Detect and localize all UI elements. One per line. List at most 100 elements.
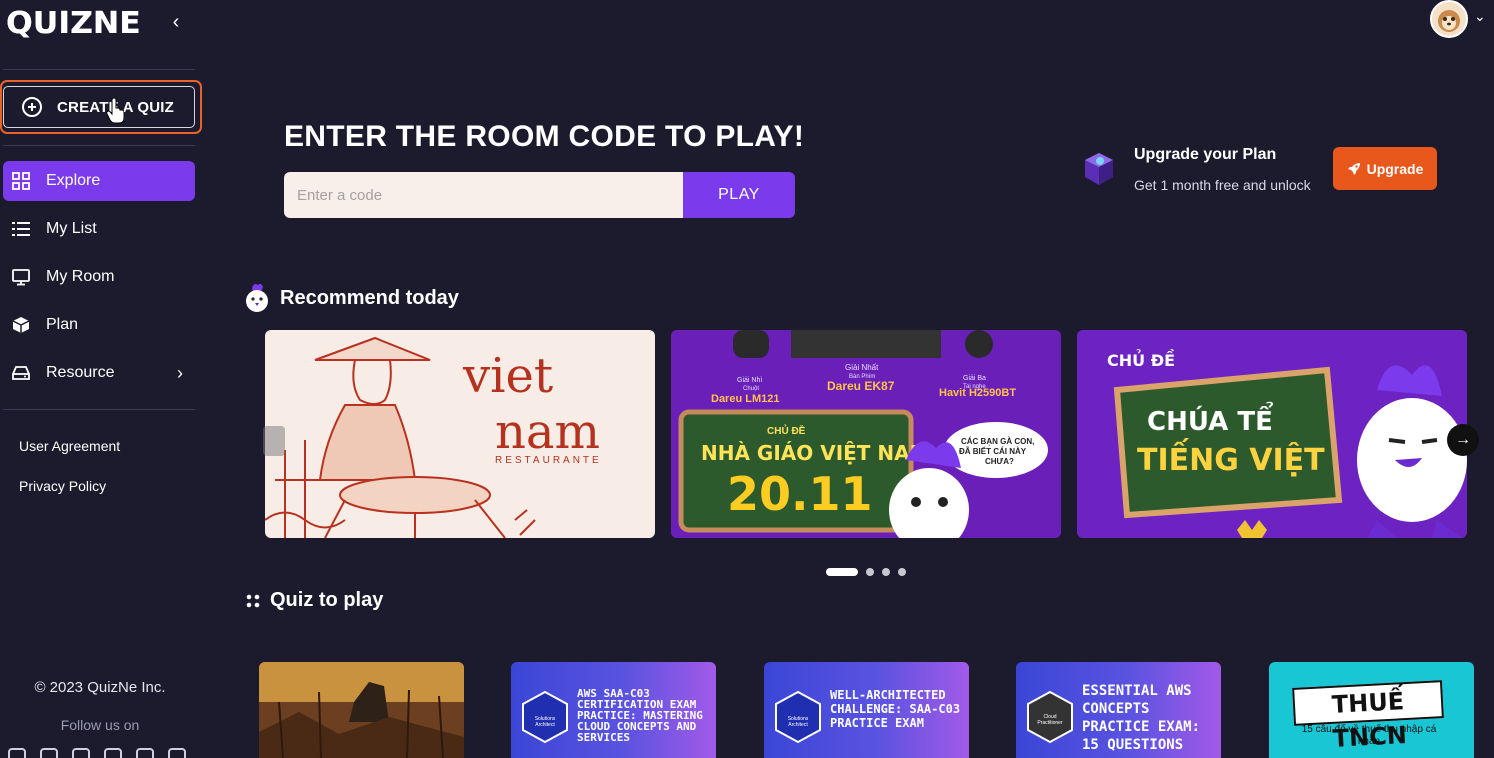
upgrade-button-label: Upgrade bbox=[1366, 160, 1424, 177]
drive-icon bbox=[11, 363, 31, 383]
svg-text:20.11: 20.11 bbox=[727, 467, 873, 521]
dots-grid-icon bbox=[246, 594, 260, 607]
quiz-card-title: THUẾ TNCN bbox=[1292, 680, 1444, 753]
chevron-down-icon[interactable]: ⌄ bbox=[1474, 8, 1486, 25]
quiz-card[interactable]: THUẾ TNCN 15 câu đố về thuế thu nhập cá … bbox=[1269, 662, 1474, 758]
banner-text: nam bbox=[495, 404, 600, 460]
svg-text:CHƯA?: CHƯA? bbox=[985, 457, 1014, 466]
room-code-input[interactable] bbox=[284, 172, 684, 218]
room-code-title: ENTER THE ROOM CODE TO PLAY! bbox=[284, 120, 805, 153]
svg-text:Dareu EK87: Dareu EK87 bbox=[827, 379, 895, 393]
nav-label: Explore bbox=[46, 172, 101, 189]
nav-item-resource[interactable]: Resource › bbox=[3, 353, 195, 393]
chick-mascot-icon bbox=[246, 283, 268, 312]
aws-badge-icon: SolutionsArchitect bbox=[522, 690, 568, 744]
nav-item-my-room[interactable]: My Room bbox=[3, 257, 195, 297]
list-icon bbox=[11, 219, 31, 239]
nav-label: My Room bbox=[46, 268, 115, 285]
svg-text:CHỦ ĐỀ: CHỦ ĐỀ bbox=[1107, 349, 1175, 370]
divider bbox=[3, 69, 195, 70]
recommend-title: Recommend today bbox=[280, 286, 459, 309]
nav-item-plan[interactable]: Plan bbox=[3, 305, 195, 345]
plus-circle-icon bbox=[22, 97, 42, 117]
facebook-icon[interactable] bbox=[40, 748, 58, 758]
svg-text:Dareu LM121: Dareu LM121 bbox=[711, 393, 779, 405]
upgrade-cube-icon bbox=[1085, 153, 1113, 185]
quiz-card[interactable]: Solutions Architect AWS SAA-C03 Certifica… bbox=[511, 662, 716, 758]
nav-label: Resource bbox=[46, 364, 115, 381]
instagram-icon[interactable] bbox=[104, 748, 122, 758]
linkedin-icon[interactable] bbox=[168, 748, 186, 758]
quiz-card-title: Well-Architected Challenge: SAA-C03 Prac… bbox=[830, 688, 961, 730]
aws-badge-icon: SolutionsArchitect bbox=[775, 690, 821, 744]
carousel-dots bbox=[826, 568, 906, 576]
quiz-thumbnail bbox=[259, 662, 464, 758]
svg-text:NHÀ GIÁO VIỆT NAM: NHÀ GIÁO VIỆT NAM bbox=[701, 441, 930, 465]
quiz-section-title: Quiz to play bbox=[246, 589, 383, 612]
carousel-dot[interactable] bbox=[826, 568, 858, 576]
svg-text:Architect: Architect bbox=[788, 722, 808, 728]
upgrade-title: Upgrade your Plan bbox=[1134, 146, 1277, 163]
cube-icon bbox=[11, 315, 31, 335]
play-button[interactable]: PLAY bbox=[683, 172, 795, 218]
svg-text:Chuột: Chuột bbox=[743, 386, 759, 392]
svg-text:TIẾNG VIỆT: TIẾNG VIỆT bbox=[1137, 438, 1325, 478]
quiz-title: Quiz to play bbox=[270, 589, 384, 611]
carousel-dot[interactable] bbox=[882, 568, 890, 576]
banner-illustration: CHỦ ĐỀ CHÚA TỂ TIẾNG VIỆT bbox=[1077, 330, 1467, 538]
copyright: © 2023 QuizNe Inc. bbox=[34, 679, 166, 696]
banner-chua-te-tieng-viet[interactable]: CHỦ ĐỀ CHÚA TỂ TIẾNG VIỆT bbox=[1077, 330, 1467, 538]
user-agreement-link[interactable]: User Agreement bbox=[19, 438, 120, 454]
banner-illustration: Giải Nhì Chuột Dareu LM121 Giải Nhất Bàn… bbox=[671, 330, 1061, 538]
quizne-logo[interactable]: QUIZNE bbox=[6, 6, 141, 41]
sidebar: QUIZNE ‹ CREATE A QUIZ Explore My List M… bbox=[0, 0, 202, 758]
banner-vietnam-restaurant[interactable]: viet nam RESTAURANTE bbox=[265, 330, 655, 538]
nav-item-explore[interactable]: Explore bbox=[3, 161, 195, 201]
recommend-section-title: Recommend today bbox=[244, 282, 459, 314]
aws-badge-icon: CloudPractitioner bbox=[1027, 690, 1073, 744]
youtube-icon[interactable] bbox=[136, 748, 154, 758]
rocket-icon bbox=[1347, 162, 1360, 175]
banner-text: viet bbox=[462, 348, 553, 404]
quiz-card[interactable]: Cloud Practitioner Essential AWS Concepts… bbox=[1016, 662, 1221, 758]
hand-cursor-icon bbox=[106, 98, 124, 124]
banner-illustration: viet nam RESTAURANTE bbox=[265, 336, 602, 538]
user-avatar[interactable] bbox=[1430, 0, 1468, 38]
carousel-dot[interactable] bbox=[898, 568, 906, 576]
chevron-right-icon: › bbox=[177, 363, 183, 383]
banner-nha-giao-viet-nam[interactable]: Giải Nhì Chuột Dareu LM121 Giải Nhất Bàn… bbox=[671, 330, 1061, 538]
banner-text: RESTAURANTE bbox=[495, 455, 602, 466]
monitor-icon bbox=[11, 267, 31, 287]
carousel-prev-button[interactable] bbox=[263, 426, 285, 456]
svg-text:Havit H2590BT: Havit H2590BT bbox=[939, 387, 1016, 399]
svg-text:Practitioner: Practitioner bbox=[1037, 720, 1063, 726]
grid-icon bbox=[11, 171, 31, 191]
divider bbox=[3, 409, 195, 410]
svg-text:Architect: Architect bbox=[535, 722, 555, 728]
nav-label: Plan bbox=[46, 316, 79, 333]
carousel-next-button[interactable]: → bbox=[1447, 424, 1479, 456]
privacy-policy-link[interactable]: Privacy Policy bbox=[19, 478, 106, 494]
quiz-card-subtitle: 15 câu đố về thuế thu nhập cá nhân bbox=[1301, 724, 1437, 747]
nav-item-my-list[interactable]: My List bbox=[3, 209, 195, 249]
divider bbox=[3, 145, 195, 146]
upgrade-subtitle: Get 1 month free and unlock bbox=[1134, 177, 1311, 193]
discord-icon[interactable] bbox=[8, 748, 26, 758]
quiz-card[interactable] bbox=[259, 662, 464, 758]
svg-text:Giải Nhất: Giải Nhất bbox=[845, 363, 879, 372]
nav-label: My List bbox=[46, 220, 97, 237]
svg-text:Giải Nhì: Giải Nhì bbox=[737, 377, 762, 384]
svg-text:Giải Ba: Giải Ba bbox=[963, 375, 986, 382]
svg-text:ĐÃ BIẾT CÁI NÀY: ĐÃ BIẾT CÁI NÀY bbox=[959, 446, 1027, 456]
svg-text:CHỦ ĐỀ: CHỦ ĐỀ bbox=[767, 424, 806, 437]
follow-us-label: Follow us on bbox=[60, 717, 140, 733]
twitter-icon[interactable] bbox=[72, 748, 90, 758]
create-quiz-button[interactable]: CREATE A QUIZ bbox=[3, 86, 195, 128]
social-links bbox=[8, 748, 186, 758]
quiz-card[interactable]: Solutions Architect Well-Architected Chal… bbox=[764, 662, 969, 758]
upgrade-button[interactable]: Upgrade bbox=[1333, 147, 1437, 190]
quiz-card-title: Essential AWS Concepts Practice Exam: 15… bbox=[1082, 683, 1201, 753]
carousel-dot[interactable] bbox=[866, 568, 874, 576]
quiz-card-title: AWS SAA-C03 Certification Exam Practice:… bbox=[577, 687, 703, 744]
collapse-sidebar-button[interactable]: ‹ bbox=[168, 10, 184, 34]
